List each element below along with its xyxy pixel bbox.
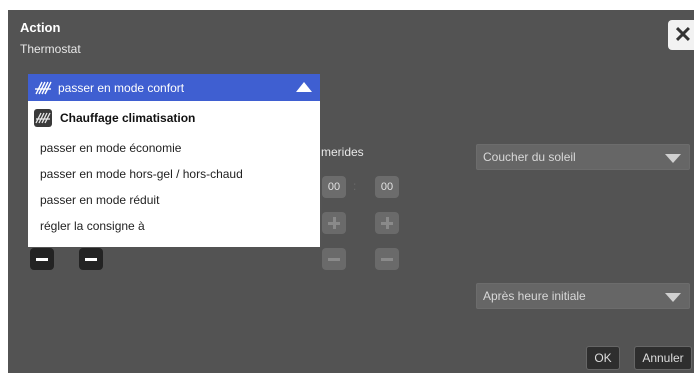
time-separator: :	[353, 179, 357, 193]
dialog-subtitle: Thermostat	[20, 42, 81, 56]
decrement-button-1[interactable]	[30, 248, 54, 270]
action-dropdown-menu: Chauffage climatisation passer en mode é…	[28, 101, 320, 247]
menu-item-economie[interactable]: passer en mode économie	[28, 135, 320, 161]
close-icon: ✕	[673, 22, 693, 47]
menu-item-reduit[interactable]: passer en mode réduit	[28, 187, 320, 213]
minutes-decrement-button[interactable]	[375, 248, 399, 270]
minus-icon	[328, 257, 340, 261]
minus-icon	[36, 257, 48, 261]
minus-icon	[85, 257, 97, 261]
close-button[interactable]: ✕	[668, 20, 694, 50]
chevron-down-icon	[665, 154, 681, 163]
sunset-select[interactable]: Coucher du soleil	[476, 144, 690, 170]
cancel-button[interactable]: Annuler	[634, 346, 692, 370]
dialog-title: Action	[20, 20, 61, 35]
menu-item-consigne[interactable]: régler la consigne à	[28, 213, 320, 239]
minutes-input[interactable]: 00	[375, 176, 399, 198]
plus-icon	[381, 217, 393, 229]
after-time-select[interactable]: Après heure initiale	[476, 283, 690, 309]
action-select[interactable]: passer en mode confort	[28, 74, 320, 101]
minutes-increment-button[interactable]	[375, 212, 399, 234]
plus-icon	[328, 217, 340, 229]
minus-icon	[381, 257, 393, 261]
action-select-value: passer en mode confort	[58, 80, 185, 95]
menu-group-label: Chauffage climatisation	[60, 111, 196, 125]
chevron-up-icon	[296, 82, 312, 92]
hours-input[interactable]: 00	[322, 176, 346, 198]
sunset-select-value: Coucher du soleil	[483, 150, 576, 164]
action-dialog: Action Thermostat ✕ merides Coucher du s…	[8, 10, 694, 373]
hours-increment-button[interactable]	[322, 212, 346, 234]
ok-button[interactable]: OK	[586, 346, 620, 370]
heating-icon	[34, 79, 52, 97]
menu-group-header: Chauffage climatisation	[28, 101, 320, 135]
hours-decrement-button[interactable]	[322, 248, 346, 270]
ephemerides-label: merides	[321, 145, 364, 159]
decrement-button-2[interactable]	[79, 248, 103, 270]
heating-icon	[34, 109, 52, 127]
menu-item-hors-gel[interactable]: passer en mode hors-gel / hors-chaud	[28, 161, 320, 187]
after-time-select-value: Après heure initiale	[483, 289, 586, 303]
chevron-down-icon	[665, 293, 681, 302]
